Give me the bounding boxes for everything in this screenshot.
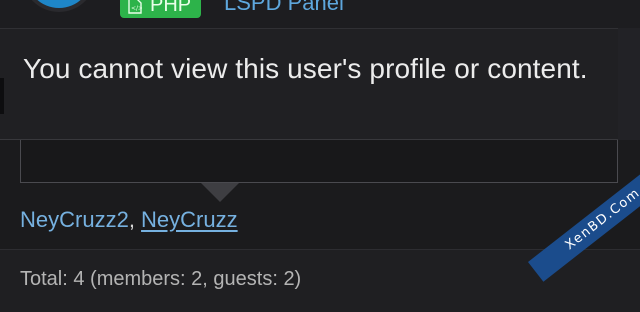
online-users-list: NeyCruzz2, NeyCruzz — [20, 207, 238, 233]
lspd-panel-link[interactable]: LSPD Panel — [224, 0, 344, 16]
profile-tooltip: You cannot view this user's profile or c… — [0, 28, 640, 140]
php-badge-label: PHP — [150, 0, 192, 16]
user-separator: , — [128, 207, 142, 232]
php-file-icon: </> — [128, 0, 143, 14]
user-link-neycruzz2[interactable]: NeyCruzz2 — [20, 207, 129, 232]
total-count: Total: 4 (members: 2, guests: 2) — [20, 268, 302, 290]
php-badge[interactable]: </> PHP — [120, 0, 202, 18]
divider — [0, 78, 4, 114]
content-box — [20, 140, 618, 183]
tooltip-message: You cannot view this user's profile or c… — [23, 53, 588, 84]
divider — [618, 28, 640, 140]
tooltip-pointer — [201, 183, 239, 202]
user-link-neycruzz[interactable]: NeyCruzz — [141, 207, 238, 232]
svg-text:</>: </> — [131, 5, 142, 12]
